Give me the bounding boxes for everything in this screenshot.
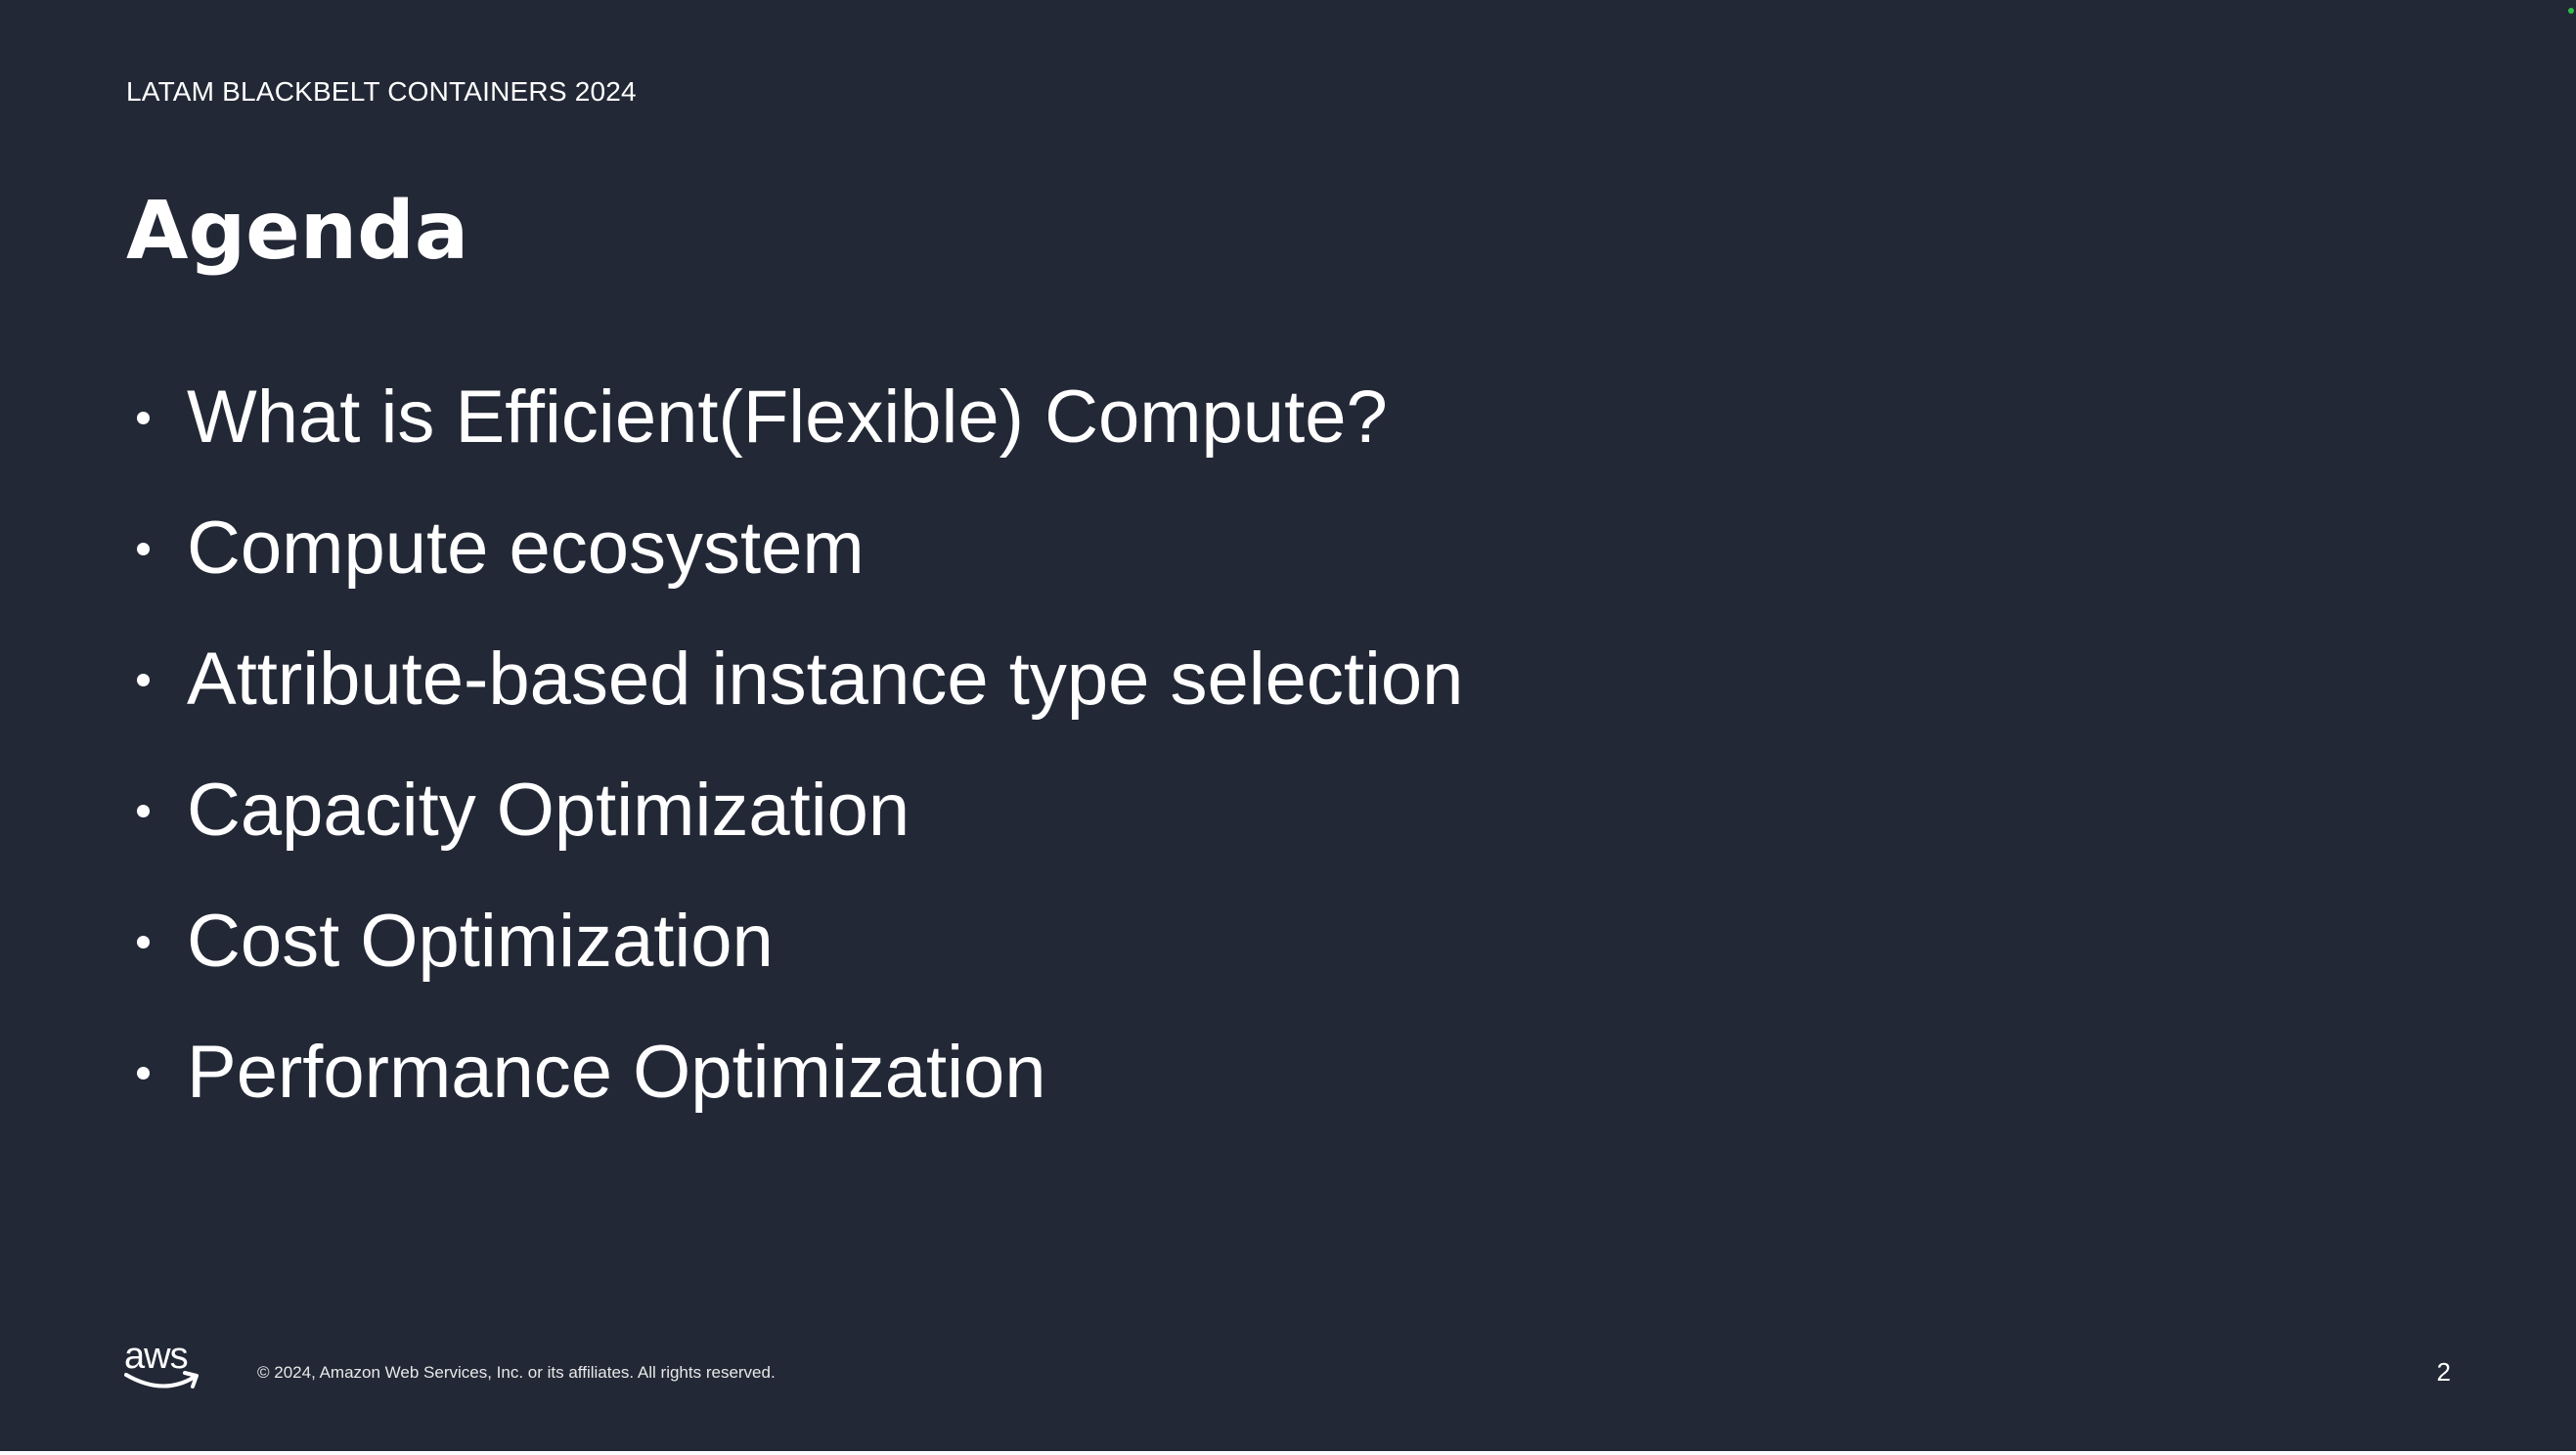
agenda-item-label: Capacity Optimization <box>187 769 910 852</box>
agenda-list: What is Efficient(Flexible) Compute? Com… <box>137 352 1463 1138</box>
agenda-item: Attribute-based instance type selection <box>137 614 1463 745</box>
bottom-divider <box>0 1451 2576 1455</box>
agenda-item-label: Compute ecosystem <box>187 507 865 590</box>
aws-smile-icon <box>124 1371 199 1389</box>
bullet-dot-icon <box>137 411 150 424</box>
agenda-item-label: Attribute-based instance type selection <box>187 638 1464 721</box>
slide: LATAM BLACKBELT CONTAINERS 2024 Agenda W… <box>0 0 2576 1455</box>
slide-eyebrow: LATAM BLACKBELT CONTAINERS 2024 <box>126 76 637 107</box>
agenda-item: Capacity Optimization <box>137 745 1463 876</box>
bullet-dot-icon <box>137 542 150 555</box>
agenda-item: Compute ecosystem <box>137 483 1463 614</box>
aws-logo-icon: aws <box>124 1338 204 1392</box>
bullet-dot-icon <box>137 673 150 686</box>
agenda-item: What is Efficient(Flexible) Compute? <box>137 352 1463 483</box>
agenda-item: Performance Optimization <box>137 1007 1463 1138</box>
status-dot-icon <box>2568 8 2574 14</box>
agenda-item-label: What is Efficient(Flexible) Compute? <box>187 375 1388 459</box>
bullet-dot-icon <box>137 1066 150 1080</box>
agenda-item-label: Cost Optimization <box>187 900 774 983</box>
slide-title: Agenda <box>126 185 469 278</box>
bullet-dot-icon <box>137 935 150 948</box>
agenda-item-label: Performance Optimization <box>187 1031 1046 1114</box>
copyright-text: © 2024, Amazon Web Services, Inc. or its… <box>257 1363 776 1382</box>
page-number: 2 <box>2436 1357 2451 1387</box>
bullet-dot-icon <box>137 804 150 817</box>
agenda-item: Cost Optimization <box>137 876 1463 1007</box>
